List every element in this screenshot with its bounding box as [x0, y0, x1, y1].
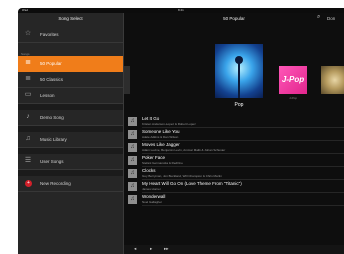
user-songs-icon: ☰ — [24, 157, 32, 164]
play-icon[interactable]: ▸ — [150, 246, 152, 252]
sidebar-item-lesson[interactable]: ▭ Lesson — [18, 88, 123, 104]
search-button-label[interactable]: Don — [327, 16, 335, 21]
record-icon: + — [25, 180, 32, 187]
song-title: Moves Like Jagger — [142, 142, 180, 147]
search-icon[interactable]: ⌕ — [317, 14, 320, 21]
song-icon: ♫ — [128, 195, 137, 204]
song-row[interactable]: ♫ Let It Go Kristen Anderson-Lopez & Rob… — [124, 115, 344, 128]
sidebar: Song Select ☆ Favorites Songs ≣ 50 Popul… — [18, 13, 124, 254]
sidebar-item-50-classics[interactable]: ≣ 50 Classics — [18, 72, 123, 88]
song-title: My Heart Will Go On (Love Theme From "Ti… — [142, 181, 242, 186]
song-row[interactable]: ♫ Moves Like Jagger Adam Levine, Benjami… — [124, 141, 344, 154]
sidebar-title: Song Select — [58, 16, 83, 21]
sidebar-item-new-recording[interactable]: + New Recording — [18, 176, 123, 192]
sidebar-item-label: New Recording — [40, 181, 71, 186]
song-row[interactable]: ♫ My Heart Will Go On (Love Theme From "… — [124, 180, 344, 193]
album-cover-next[interactable] — [321, 66, 344, 94]
sidebar-item-label: 50 Classics — [40, 77, 64, 82]
sidebar-item-favorites[interactable]: ☆ Favorites — [18, 27, 123, 43]
song-title: Someone Like You — [142, 129, 180, 134]
music-library-icon: ♫ — [25, 135, 31, 142]
album-cover-caption: Pop — [234, 102, 244, 108]
song-artist: Stefani Germanotta & RedOne — [142, 161, 183, 165]
song-icon: ♫ — [128, 117, 137, 126]
song-icon: ♫ — [128, 143, 137, 152]
album-cover-jpop-caption: J-Pop — [289, 96, 297, 100]
song-artist: Adam Levine, Benjamin Levin, Ammar Malik… — [142, 148, 226, 152]
previous-icon[interactable]: ◂ — [134, 246, 136, 252]
star-icon: ☆ — [24, 30, 32, 37]
song-icon: ♫ — [128, 169, 137, 178]
next-icon[interactable]: ▸▸ — [164, 246, 169, 252]
song-icon: ♫ — [128, 182, 137, 191]
song-artist: Adele Adkins & Dan Wilson — [142, 135, 179, 139]
microphone-stand — [238, 60, 240, 98]
sidebar-item-label: Lesson — [40, 93, 55, 98]
album-cover-jpop[interactable]: J-Pop — [279, 66, 307, 94]
song-row[interactable]: ♫ Wonderwall Noel Gallagher — [124, 193, 344, 206]
sidebar-item-label: Demo Song — [40, 115, 64, 120]
playback-controls: ◂ ▸ ▸▸ — [124, 245, 344, 254]
song-artist: Kristen Anderson-Lopez & Robert Lopez — [142, 122, 196, 126]
song-title: Poker Face — [142, 155, 166, 160]
song-icon: ♫ — [128, 130, 137, 139]
sidebar-item-user-songs[interactable]: ☰ User Songs — [18, 154, 123, 170]
row-divider — [142, 205, 344, 206]
sidebar-item-label: Favorites — [40, 32, 59, 37]
main-panel: 50 Popular ⌕ Don Pop J-Pop J-Pop ♫ Let I… — [124, 13, 344, 254]
list-icon: ≣ — [25, 59, 31, 66]
album-cover-pop[interactable] — [215, 44, 263, 98]
lesson-icon: ▭ — [24, 91, 32, 98]
sidebar-item-music-library[interactable]: ♫ Music Library — [18, 132, 123, 148]
sidebar-item-label: User Songs — [40, 159, 64, 164]
song-title: Wonderwall — [142, 194, 166, 199]
sidebar-item-label: 50 Popular — [40, 61, 62, 66]
song-row[interactable]: ♫ Someone Like You Adele Adkins & Dan Wi… — [124, 128, 344, 141]
song-artist: Guy Berryman, Jon Buckland, Will Champio… — [142, 174, 222, 178]
page-title: 50 Popular — [223, 16, 245, 21]
song-icon: ♫ — [128, 156, 137, 165]
song-artist: Noel Gallagher — [142, 200, 163, 204]
sidebar-item-50-popular[interactable]: ≣ 50 Popular — [18, 56, 123, 72]
song-row[interactable]: ♫ Clocks Guy Berryman, Jon Buckland, Wil… — [124, 167, 344, 180]
album-cover-previous[interactable] — [124, 66, 130, 94]
sidebar-item-label: Music Library — [40, 137, 67, 142]
song-title: Let It Go — [142, 116, 160, 121]
song-row[interactable]: ♫ Poker Face Stefani Germanotta & RedOne — [124, 154, 344, 167]
song-artist: James Horner — [142, 187, 161, 191]
song-title: Clocks — [142, 168, 156, 173]
device-screen: iPad 8:41 Song Select ☆ Favorites Songs … — [18, 8, 344, 254]
guitar-icon: ♪ — [26, 113, 30, 120]
list-icon: ≣ — [25, 75, 31, 82]
sidebar-item-demo-song[interactable]: ♪ Demo Song — [18, 110, 123, 126]
